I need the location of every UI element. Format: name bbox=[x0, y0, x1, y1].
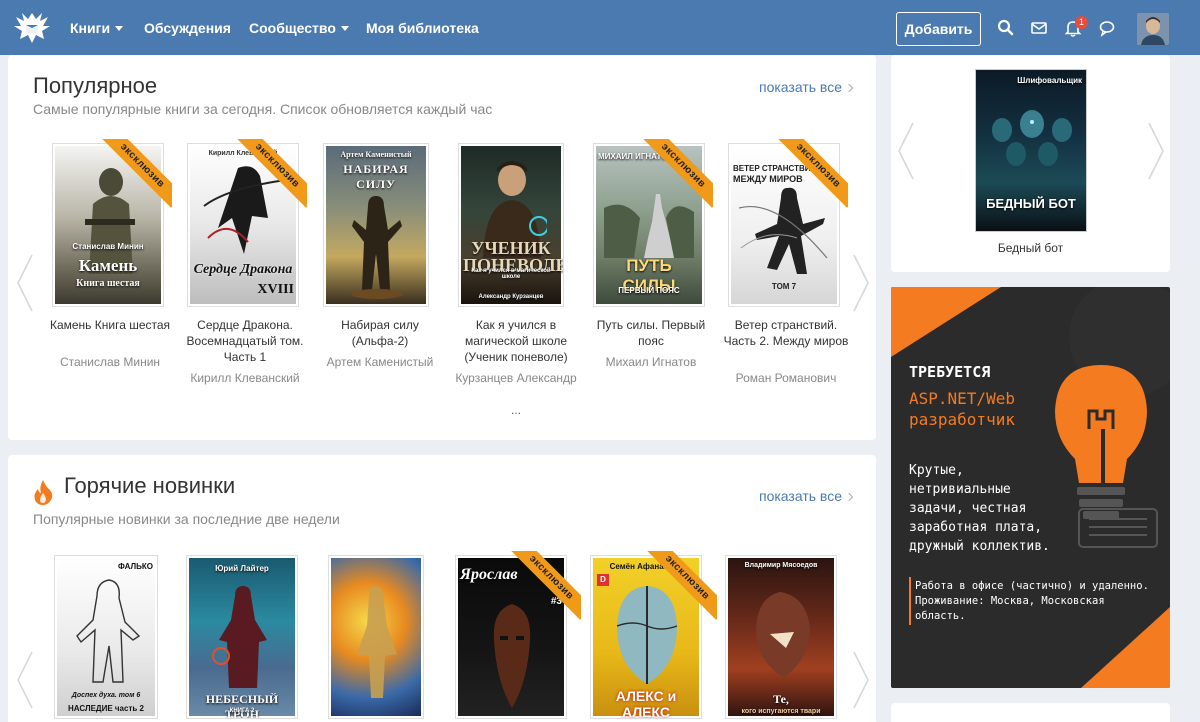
book-cover[interactable]: УЧЕНИК ПОНЕВОЛЕ Как я учился в магическо… bbox=[458, 143, 564, 307]
user-avatar[interactable] bbox=[1137, 13, 1169, 45]
book-author[interactable]: Кирилл Клеванский bbox=[180, 370, 310, 386]
book-author[interactable]: Михаил Игнатов bbox=[586, 354, 716, 370]
book-title[interactable]: Ветер странствий. Часть 2. Между миров bbox=[721, 317, 851, 349]
book-title[interactable]: Как я учился в магической школе (Ученик … bbox=[451, 317, 581, 365]
book-title[interactable]: Бедный бот bbox=[891, 241, 1170, 255]
book-cover[interactable]: Владимир Мясоедов Те, кого испугаются тв… bbox=[725, 555, 837, 719]
notifications-badge: 1 bbox=[1075, 16, 1088, 29]
publisher-badge: D bbox=[597, 574, 609, 586]
chevron-down-icon bbox=[115, 26, 124, 31]
nav-my-library[interactable]: Моя библиотека bbox=[366, 20, 479, 36]
search-icon[interactable] bbox=[996, 18, 1016, 38]
ad-divider bbox=[909, 577, 911, 625]
nav-discussions[interactable]: Обсуждения bbox=[144, 20, 231, 36]
popular-section: Популярное Самые популярные книги за сег… bbox=[8, 55, 876, 440]
exclusive-ribbon: эксклюзив bbox=[776, 139, 848, 211]
job-ad-banner[interactable]: ТРЕБУЕТСЯ ASP.NET/Web разработчик Крутые… bbox=[891, 287, 1170, 688]
section-title: Популярное bbox=[33, 73, 158, 98]
chevron-down-icon bbox=[340, 26, 349, 31]
book-title[interactable]: Набирая силу (Альфа-2) bbox=[315, 317, 445, 349]
ad-body-4: заработная плата, bbox=[909, 520, 1043, 535]
chevron-right-icon bbox=[844, 492, 854, 502]
lightbulb-icon bbox=[1055, 365, 1158, 548]
book-cover[interactable]: Артем Каменистый НАБИРАЯ СИЛУ bbox=[323, 143, 429, 307]
top-navbar: Книги Обсуждения Сообщество Моя библиоте… bbox=[0, 0, 1200, 55]
ad-role: ASP.NET/Web bbox=[909, 389, 1015, 408]
carousel-next-arrow[interactable] bbox=[848, 650, 872, 710]
chat-icon[interactable] bbox=[1097, 18, 1117, 38]
ad-body-3: задачи, честная bbox=[909, 501, 1027, 516]
carousel-prev-arrow[interactable] bbox=[14, 253, 38, 313]
nav-community[interactable]: Сообщество bbox=[249, 20, 349, 36]
exclusive-ribbon: эксклюзив bbox=[641, 139, 713, 211]
book-author-more: ... bbox=[510, 403, 521, 417]
sidebar-next-widget bbox=[891, 703, 1170, 722]
carousel-next-arrow[interactable] bbox=[1143, 121, 1167, 181]
carousel-prev-arrow[interactable] bbox=[14, 650, 38, 710]
nav-books[interactable]: Книги bbox=[70, 20, 124, 36]
fire-icon bbox=[34, 480, 53, 505]
section-title: Горячие новинки bbox=[64, 473, 236, 498]
book-title[interactable]: Камень Книга шестая bbox=[45, 317, 175, 333]
carousel-next-arrow[interactable] bbox=[848, 253, 872, 313]
exclusive-ribbon: эксклюзив bbox=[645, 551, 717, 623]
ad-footer-1: Работа в офисе (частично) и удаленно. bbox=[915, 580, 1149, 592]
book-title[interactable]: Путь силы. Первый пояс bbox=[586, 317, 716, 349]
exclusive-ribbon: эксклюзив bbox=[100, 139, 172, 211]
book-author[interactable]: Артем Каменистый bbox=[315, 354, 445, 370]
ad-body-5: дружный коллектив. bbox=[909, 539, 1050, 554]
cover-fantasy-icon bbox=[357, 586, 397, 698]
ad-body-2: нетривиальные bbox=[909, 482, 1011, 497]
show-all-link[interactable]: показать все bbox=[759, 79, 854, 95]
ad-footer-3: область. bbox=[915, 610, 966, 622]
ad-role-2: разработчик bbox=[909, 410, 1015, 429]
hot-new-section: Горячие новинки Популярные новинки за по… bbox=[8, 455, 876, 722]
chevron-right-icon bbox=[844, 83, 854, 93]
ad-heading: ТРЕБУЕТСЯ bbox=[909, 363, 991, 381]
cover-fighter-icon bbox=[76, 579, 141, 683]
mail-icon[interactable] bbox=[1029, 18, 1049, 38]
sidebar-book-widget: Шлифовальщик БЕДНЫЙ БОТ Бедный бот bbox=[891, 55, 1170, 272]
show-all-link[interactable]: показать все bbox=[759, 488, 854, 504]
ad-body-1: Крутые, bbox=[909, 463, 964, 478]
cover-robots-icon bbox=[992, 110, 1072, 166]
book-cover[interactable] bbox=[328, 555, 424, 719]
cover-creature-icon bbox=[756, 592, 810, 678]
add-button[interactable]: Добавить bbox=[896, 12, 981, 46]
exclusive-ribbon: эксклюзив bbox=[509, 551, 581, 623]
carousel-prev-arrow[interactable] bbox=[895, 121, 919, 181]
exclusive-ribbon: эксклюзив bbox=[235, 139, 307, 211]
book-cover[interactable]: Юрий Лайтер НЕБЕСНЫЙ ТРОН КНИГА 2 bbox=[186, 555, 298, 719]
ad-footer-2: Проживание: Москва, Московская bbox=[915, 595, 1105, 607]
book-cover[interactable]: Шлифовальщик БЕДНЫЙ БОТ bbox=[975, 69, 1087, 232]
book-author[interactable]: Станислав Минин bbox=[45, 354, 175, 370]
book-author[interactable]: Курзанцев Александр bbox=[451, 370, 581, 386]
site-logo-icon[interactable] bbox=[12, 9, 52, 47]
cover-figure-icon bbox=[351, 196, 403, 299]
avatar-photo-icon bbox=[1137, 13, 1169, 45]
section-subtitle: Самые популярные книги за сегодня. Списо… bbox=[33, 101, 493, 117]
section-subtitle: Популярные новинки за последние две неде… bbox=[33, 511, 340, 527]
book-title[interactable]: Сердце Дракона. Восемнадцатый том. Часть… bbox=[180, 317, 310, 365]
cover-mage-icon bbox=[212, 586, 267, 688]
book-cover[interactable]: ФАЛЬКО Доспех духа. том 6 НАСЛЕДИЕ часть… bbox=[54, 555, 158, 719]
book-author[interactable]: Роман Романович bbox=[721, 370, 851, 386]
